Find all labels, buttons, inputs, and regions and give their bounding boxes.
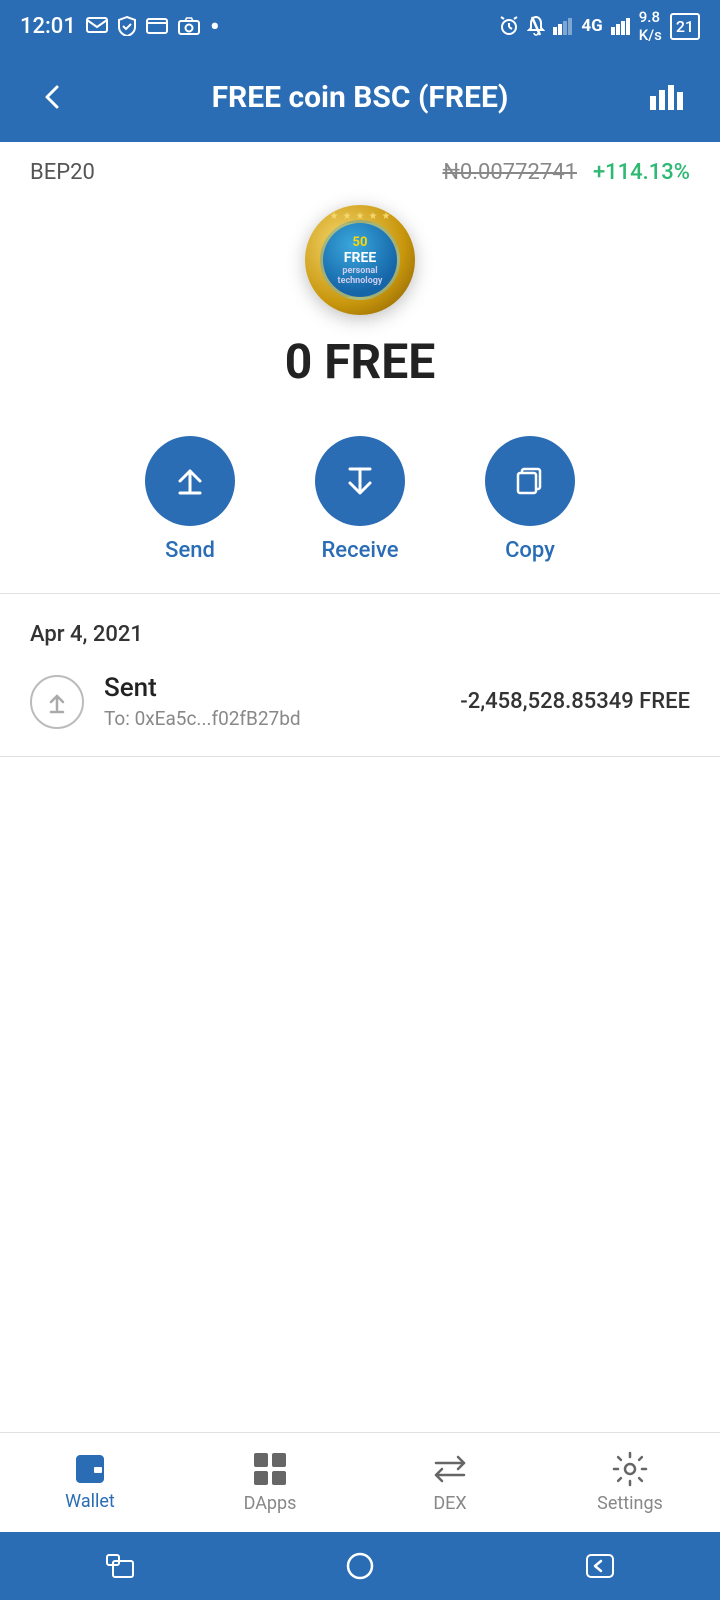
card-icon [146,18,168,34]
receive-icon [340,461,380,501]
bottom-navigation: Wallet DApps DEX Settings [0,1432,720,1532]
nav-settings[interactable]: Settings [540,1451,720,1514]
nav-dapps-label: DApps [244,1493,297,1514]
wallet-icon [72,1453,108,1485]
settings-icon [612,1451,648,1487]
coin-logo: ★★★★★ 50 FREE personaltechnology [305,205,415,315]
copy-icon [510,461,550,501]
alarm-icon [499,16,519,36]
app-header: FREE coin BSC (FREE) [0,52,720,142]
system-nav-bar [0,1532,720,1600]
dapps-icon [252,1451,288,1487]
status-right: 4G 9.8K/s 21 [499,8,700,44]
chart-icon [648,82,686,112]
page-title: FREE coin BSC (FREE) [78,80,642,115]
tx-divider [0,756,720,757]
tx-amount: -2,458,528.85349 FREE [460,689,690,714]
tx-type: Sent [104,673,440,703]
coin-section: ★★★★★ 50 FREE personaltechnology 0 FREE [0,185,720,400]
section-divider [0,593,720,594]
nav-dex-label: DEX [433,1493,466,1514]
recent-apps-button[interactable] [105,1553,135,1579]
battery-indicator: 21 [670,13,700,40]
bell-icon [527,16,545,36]
action-buttons: Send Receive Copy [0,400,720,583]
status-left: 12:01 • [20,10,220,43]
receive-circle[interactable] [315,436,405,526]
receive-label: Receive [321,538,398,563]
send-action[interactable]: Send [145,436,235,563]
chart-button[interactable] [642,82,692,112]
shield-icon [118,16,136,36]
coin-balance: 0 FREE [285,333,436,390]
home-button[interactable] [345,1551,375,1581]
transaction-date: Apr 4, 2021 [0,604,720,657]
message-icon [86,17,108,35]
signal-icon [553,17,573,35]
nav-settings-label: Settings [597,1493,663,1514]
arrow-up-icon [43,688,71,716]
send-icon [170,461,210,501]
back-system-button[interactable] [585,1553,615,1579]
time-display: 12:01 [20,14,76,39]
table-row[interactable]: Sent To: 0xEa5c...f02fB27bd -2,458,528.8… [0,657,720,746]
tx-sent-icon [30,675,84,729]
coin-stars: ★★★★★ [305,211,415,222]
send-label: Send [165,538,215,563]
nav-wallet-label: Wallet [65,1491,115,1512]
tx-address: To: 0xEa5c...f02fB27bd [104,707,440,730]
receive-action[interactable]: Receive [315,436,405,563]
copy-circle[interactable] [485,436,575,526]
nav-wallet[interactable]: Wallet [0,1453,180,1512]
send-circle[interactable] [145,436,235,526]
price-naira: ₦0.00772741 [442,160,577,185]
camera-icon [178,17,200,35]
signal2-icon [611,17,631,35]
status-bar: 12:01 • 4G 9.8K/s 21 [0,0,720,52]
network-badge: BEP20 [30,160,95,185]
nav-dapps[interactable]: DApps [180,1451,360,1514]
coin-inner: 50 FREE personaltechnology [320,220,400,300]
price-change: +114.13% [593,160,690,185]
copy-action[interactable]: Copy [485,436,575,563]
price-row: BEP20 ₦0.00772741 +114.13% [0,142,720,185]
battery-level: 21 [676,17,694,36]
dex-icon [432,1451,468,1487]
copy-label: Copy [505,538,555,563]
back-button[interactable] [28,83,78,111]
nav-dex[interactable]: DEX [360,1451,540,1514]
tx-details: Sent To: 0xEa5c...f02fB27bd [104,673,440,730]
